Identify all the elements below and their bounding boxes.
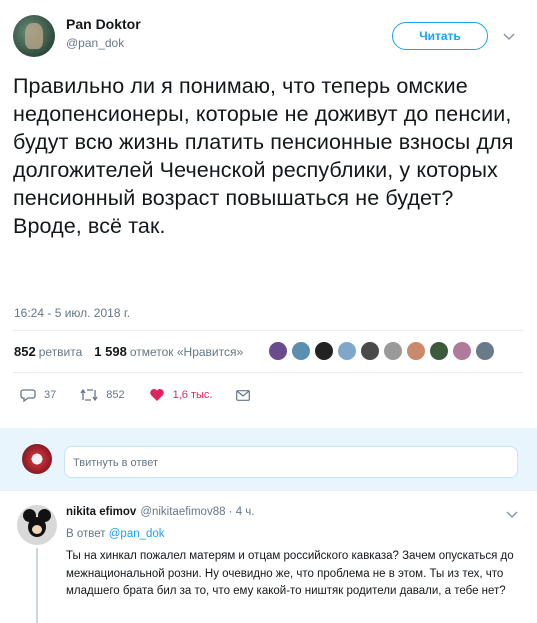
liker-avatar[interactable] xyxy=(429,341,449,361)
liker-avatar[interactable] xyxy=(452,341,472,361)
comment-author-avatar[interactable] xyxy=(17,505,57,545)
tweet-text: Правильно ли я понимаю, что теперь омски… xyxy=(13,72,523,240)
reply-input[interactable]: Твитнуть в ответ xyxy=(64,446,518,478)
retweet-icon xyxy=(80,388,98,402)
tweet-text-line: Правильно ли я понимаю, что теперь омски… xyxy=(13,74,514,210)
thread-line xyxy=(36,548,38,623)
tweet-text-line: Вроде, всё так. xyxy=(13,214,166,238)
tweet-stats: 852 ретвита 1 598 отметок «Нравится» xyxy=(14,344,243,359)
like-count: 1,6 тыс. xyxy=(172,389,213,401)
retweet-button[interactable]: 852 xyxy=(80,388,125,402)
liker-avatar[interactable] xyxy=(360,341,380,361)
liker-avatar[interactable] xyxy=(314,341,334,361)
retweet-count: 852 xyxy=(106,389,125,401)
comment-text: Ты на хинкал пожалел матерям и отцам рос… xyxy=(66,550,514,597)
liker-avatar[interactable] xyxy=(337,341,357,361)
heart-icon xyxy=(149,389,164,401)
envelope-icon xyxy=(236,389,251,401)
author-avatar[interactable] xyxy=(13,15,55,57)
liker-avatar[interactable] xyxy=(268,341,288,361)
follow-button[interactable]: Читать xyxy=(392,22,488,50)
dm-button[interactable] xyxy=(236,389,258,401)
divider xyxy=(13,372,523,373)
likers-avatars[interactable] xyxy=(268,341,498,361)
liker-avatar[interactable] xyxy=(406,341,426,361)
likes-label[interactable]: отметок «Нравится» xyxy=(130,345,243,359)
reply-count: 37 xyxy=(44,389,57,401)
current-user-avatar xyxy=(22,444,52,474)
author-handle[interactable]: @pan_dok xyxy=(66,36,124,50)
reply-button[interactable]: 37 xyxy=(20,388,56,402)
chevron-down-icon[interactable] xyxy=(502,30,516,44)
liker-avatar[interactable] xyxy=(291,341,311,361)
chevron-down-icon[interactable] xyxy=(505,508,519,522)
comment-author-name[interactable]: nikita efimov xyxy=(66,506,136,518)
reply-to: В ответ @pan_dok xyxy=(66,528,165,540)
divider xyxy=(0,490,537,491)
comment-author-handle[interactable]: @nikitaefimov88 · 4 ч. xyxy=(140,506,254,518)
tweet-timestamp[interactable]: 16:24 - 5 июл. 2018 г. xyxy=(14,306,130,320)
divider xyxy=(13,330,523,331)
reply-icon xyxy=(20,389,36,402)
liker-avatar[interactable] xyxy=(383,341,403,361)
reply-prefix: В ответ xyxy=(66,528,106,540)
tweet-actions: 37 852 1,6 тыс. xyxy=(20,388,282,402)
like-button[interactable]: 1,6 тыс. xyxy=(149,388,213,402)
comment-author[interactable]: nikita efimov @nikitaefimov88 · 4 ч. xyxy=(66,506,255,518)
reply-to-handle[interactable]: @pan_dok xyxy=(109,528,165,540)
retweets-label[interactable]: ретвита xyxy=(39,345,83,359)
author-name[interactable]: Pan Doktor xyxy=(66,16,141,32)
likes-count[interactable]: 1 598 xyxy=(94,344,127,359)
liker-avatar[interactable] xyxy=(475,341,495,361)
retweets-count[interactable]: 852 xyxy=(14,344,36,359)
